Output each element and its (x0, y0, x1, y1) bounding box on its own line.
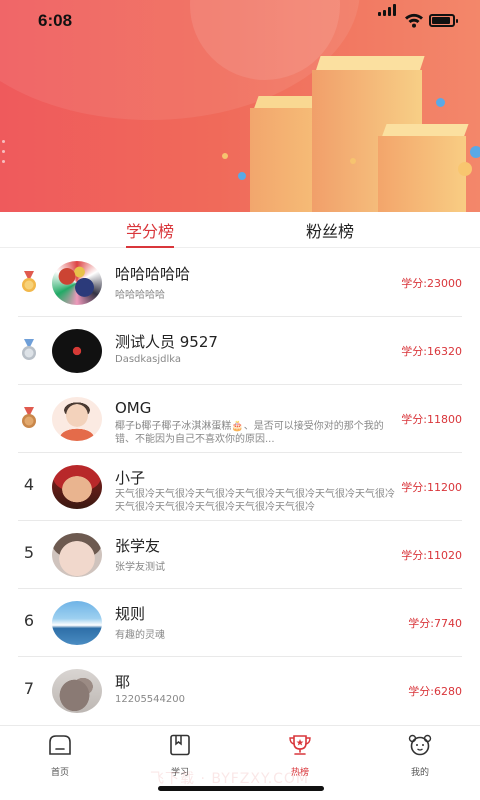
home-indicator[interactable] (158, 786, 324, 791)
user-name: 哈哈哈哈哈 (115, 265, 191, 283)
trophy-icon (289, 735, 311, 755)
rank-number: 5 (23, 543, 35, 562)
leaderboard-tabs: 学分榜 粉丝榜 (0, 212, 480, 248)
decor-dot (470, 146, 480, 158)
avatar[interactable] (52, 465, 102, 509)
ranking-row[interactable]: OMG 椰子b椰子椰子冰淇淋蛋糕🎂、是否可以接受你对的那个我的错、不能因为自己不… (0, 385, 480, 453)
user-signature: 12205544200 (115, 694, 185, 705)
ranking-row[interactable]: 6 规则 有趣的灵魂 学分:7740 (0, 589, 480, 657)
decor-dot (436, 98, 445, 107)
home-icon (49, 735, 71, 755)
rank-number: 4 (23, 475, 35, 494)
avatar[interactable] (52, 669, 102, 713)
decor-dot (2, 160, 5, 163)
rank-number: 6 (23, 611, 35, 630)
watermark: 飞下载 · BYFZXY.COM (150, 771, 310, 787)
ranking-row[interactable]: 7 耶 12205544200 学分:6280 (0, 657, 480, 725)
tab-fans[interactable]: 粉丝榜 (290, 218, 370, 248)
user-name: 规则 (115, 605, 146, 623)
ranking-row[interactable]: 5 张学友 张学友测试 学分:11020 (0, 521, 480, 589)
user-signature: Dasdkasjdlka (115, 354, 181, 365)
book-icon (170, 734, 190, 756)
user-signature: 椰子b椰子椰子冰淇淋蛋糕🎂、是否可以接受你对的那个我的错、不能因为自己不喜欢你的… (115, 421, 384, 445)
user-signature: 天气很冷天气很冷天气很冷天气很冷天气很冷天气很冷天气很冷天气很冷天气很冷天气很冷… (115, 489, 395, 513)
ranking-row[interactable]: 4 小子 天气很冷天气很冷天气很冷天气很冷天气很冷天气很冷天气很冷天气很冷天气很… (0, 453, 480, 521)
gold-medal-icon (22, 271, 36, 292)
profile-face-icon (408, 734, 432, 756)
decor-dot (222, 153, 228, 159)
nav-label: 首页 (50, 768, 69, 778)
battery-icon (429, 14, 458, 27)
avatar[interactable] (52, 329, 102, 373)
ranking-row[interactable]: 哈哈哈哈哈 哈哈哈哈哈 学分:23000 (0, 249, 480, 317)
ranking-row[interactable]: 测试人员 9527 Dasdkasjdlka 学分:16320 (0, 317, 480, 385)
user-score: 学分:23000 (401, 277, 462, 290)
user-score: 学分:11020 (401, 549, 462, 562)
avatar[interactable] (52, 261, 102, 305)
user-score: 学分:6280 (408, 685, 462, 698)
decor-dot (2, 150, 5, 153)
silver-medal-icon (22, 339, 36, 360)
nav-home[interactable]: 首页 (30, 734, 90, 778)
bronze-medal-icon (22, 407, 36, 428)
user-signature: 有趣的灵魂 (115, 630, 165, 641)
user-name: 耶 (115, 673, 131, 691)
user-score: 学分:16320 (401, 345, 462, 358)
tab-credits[interactable]: 学分榜 (110, 218, 190, 248)
decor-dot (238, 172, 246, 180)
user-score: 学分:7740 (408, 617, 462, 630)
user-name: OMG (115, 399, 152, 417)
avatar[interactable] (52, 533, 102, 577)
user-score: 学分:11200 (401, 481, 462, 494)
building-illustration (378, 124, 469, 212)
user-name: 小子 (115, 469, 146, 487)
avatar[interactable] (52, 397, 102, 441)
wifi-icon (405, 13, 423, 28)
user-score: 学分:11800 (401, 413, 462, 426)
status-bar: 6:08 (0, 0, 480, 44)
ranking-list: 哈哈哈哈哈 哈哈哈哈哈 学分:23000 测试人员 9527 Dasdkasjd… (0, 249, 480, 725)
decor-dot (350, 158, 356, 164)
user-signature: 张学友测试 (115, 562, 165, 573)
user-name: 张学友 (115, 537, 161, 555)
decor-dot (2, 140, 5, 143)
user-signature: 哈哈哈哈哈 (115, 290, 165, 301)
rank-number: 7 (23, 679, 35, 698)
nav-label: 我的 (410, 768, 429, 778)
decor-dot (458, 162, 472, 176)
nav-profile[interactable]: 我的 (390, 734, 450, 778)
user-name: 测试人员 9527 (115, 333, 218, 351)
avatar[interactable] (52, 601, 102, 645)
status-time: 6:08 (38, 11, 73, 30)
